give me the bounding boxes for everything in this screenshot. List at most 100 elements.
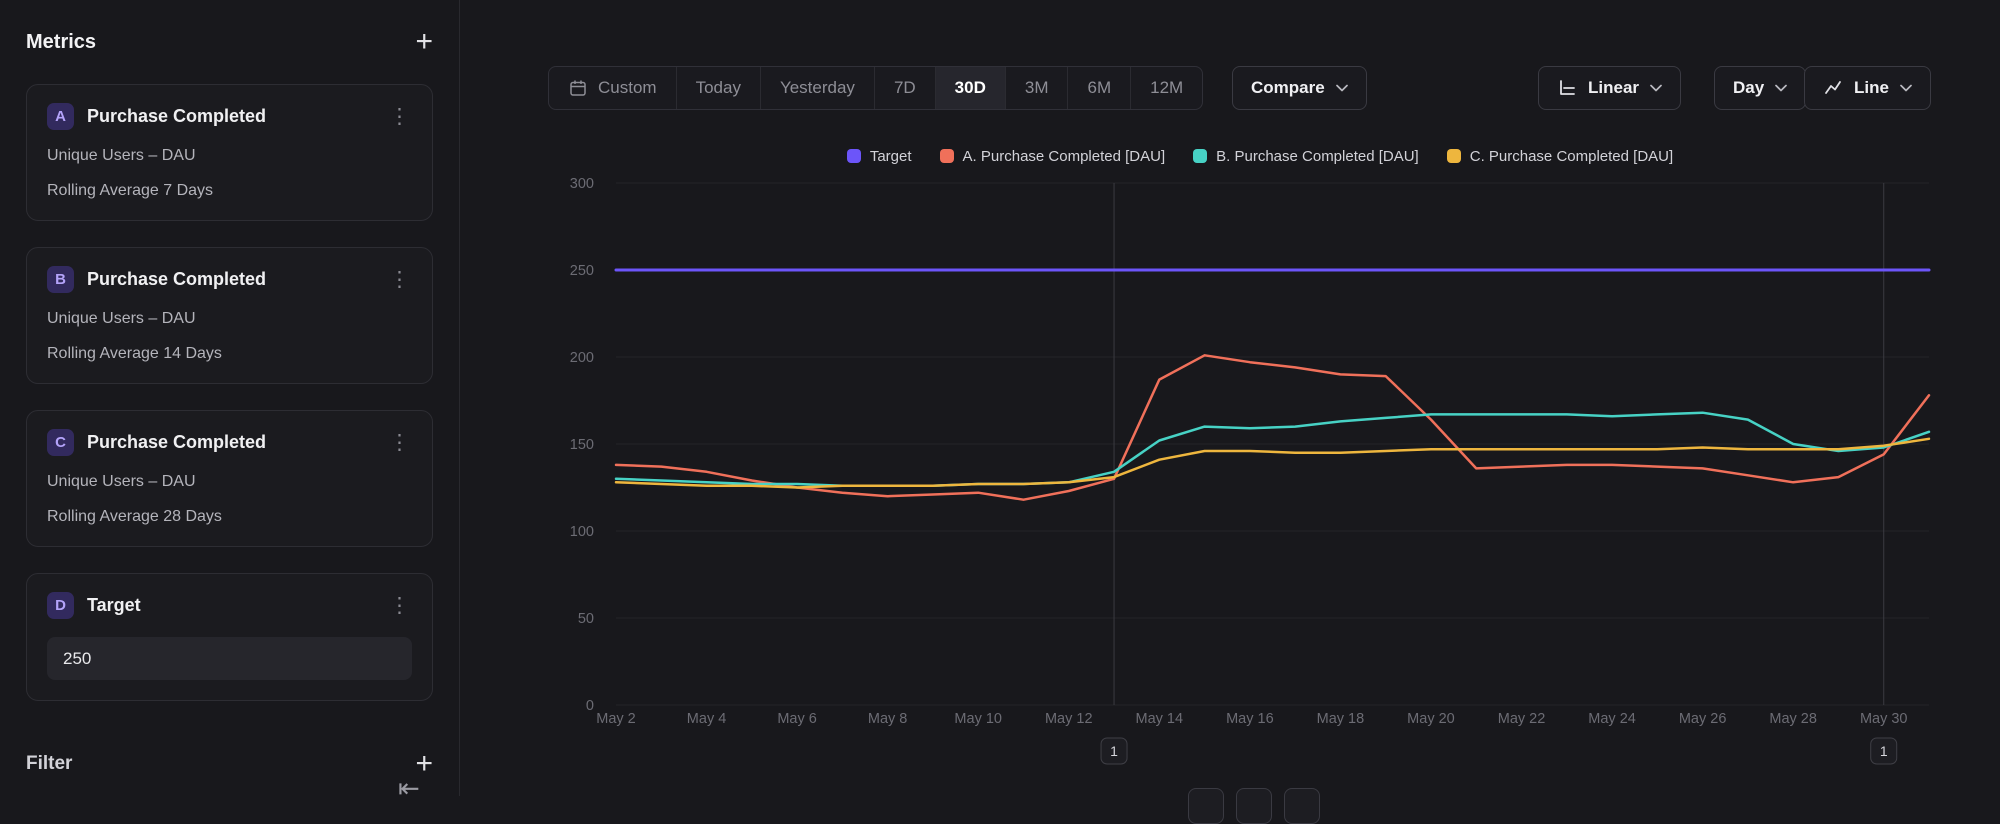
scale-label: Linear: [1588, 78, 1639, 98]
range-label: 30D: [955, 78, 986, 98]
chart-svg[interactable]: 05010015020025030011May 2May 4May 6May 8…: [540, 172, 1980, 796]
metric-card-a[interactable]: A Purchase Completed ⋮ Unique Users – DA…: [26, 84, 433, 221]
metric-title: Purchase Completed: [87, 432, 374, 453]
range-6m[interactable]: 6M: [1068, 67, 1131, 109]
y-axis-label: 100: [570, 524, 594, 540]
target-title: Target: [87, 595, 374, 616]
x-axis-label: May 20: [1407, 711, 1455, 727]
kebab-menu-icon[interactable]: ⋮: [387, 269, 412, 290]
legend-item-c[interactable]: C. Purchase Completed [DAU]: [1447, 148, 1673, 165]
legend-item-a[interactable]: A. Purchase Completed [DAU]: [940, 148, 1166, 165]
metrics-header: Metrics +: [26, 0, 433, 84]
x-axis-label: May 30: [1860, 711, 1908, 727]
range-30d[interactable]: 30D: [936, 67, 1006, 109]
metric-measure: Unique Users – DAU: [47, 473, 412, 491]
metric-rolling: Rolling Average 7 Days: [47, 182, 412, 200]
metric-rolling: Rolling Average 28 Days: [47, 508, 412, 526]
range-custom[interactable]: Custom: [549, 67, 677, 109]
range-7d[interactable]: 7D: [875, 67, 936, 109]
chevron-down-icon: [1336, 84, 1348, 92]
granularity-select-button[interactable]: Day: [1714, 66, 1806, 110]
range-3m[interactable]: 3M: [1006, 67, 1069, 109]
range-label: Yesterday: [780, 78, 855, 98]
metric-measure: Unique Users – DAU: [47, 310, 412, 328]
target-card[interactable]: D Target ⋮: [26, 573, 433, 701]
metric-title: Purchase Completed: [87, 269, 374, 290]
legend-swatch: [940, 149, 954, 163]
chevron-down-icon: [1900, 84, 1912, 92]
legend-label: Target: [870, 148, 912, 165]
compare-button[interactable]: Compare: [1232, 66, 1367, 110]
x-axis-label: May 24: [1588, 711, 1636, 727]
annotation-badge-label: 1: [1110, 743, 1118, 759]
chevron-down-icon: [1650, 84, 1662, 92]
metric-card-c[interactable]: C Purchase Completed ⋮ Unique Users – DA…: [26, 410, 433, 547]
metric-badge-a: A: [47, 103, 74, 130]
kebab-menu-icon[interactable]: ⋮: [387, 106, 412, 127]
legend-item-b[interactable]: B. Purchase Completed [DAU]: [1193, 148, 1419, 165]
legend-swatch: [847, 149, 861, 163]
x-axis-label: May 18: [1317, 711, 1365, 727]
x-axis-label: May 8: [868, 711, 908, 727]
range-label: 12M: [1150, 78, 1183, 98]
chart-type-select-button[interactable]: Line: [1804, 66, 1931, 110]
y-axis-label: 250: [570, 263, 594, 279]
date-range-selector: Custom Today Yesterday 7D 30D 3M 6M 12M: [548, 66, 1203, 110]
chart-footer-button[interactable]: [1188, 788, 1224, 824]
range-yesterday[interactable]: Yesterday: [761, 67, 875, 109]
metrics-sidebar: Metrics + A Purchase Completed ⋮ Unique …: [0, 0, 460, 796]
chart-type-label: Line: [1854, 78, 1889, 98]
metric-badge-c: C: [47, 429, 74, 456]
range-label: 3M: [1025, 78, 1049, 98]
y-axis-label: 200: [570, 350, 594, 366]
legend-swatch: [1447, 149, 1461, 163]
x-axis-label: May 2: [596, 711, 636, 727]
chart-legend: Target A. Purchase Completed [DAU] B. Pu…: [540, 143, 1980, 169]
x-axis-label: May 10: [954, 711, 1002, 727]
metrics-title: Metrics: [26, 31, 96, 54]
collapse-sidebar-icon[interactable]: ⇤: [398, 773, 420, 804]
metric-badge-d: D: [47, 592, 74, 619]
y-axis-label: 300: [570, 176, 594, 192]
kebab-menu-icon[interactable]: ⋮: [387, 432, 412, 453]
range-today[interactable]: Today: [677, 67, 761, 109]
range-label: Today: [696, 78, 741, 98]
range-label: Custom: [598, 78, 657, 98]
filter-section: Filter +: [26, 749, 433, 779]
x-axis-label: May 22: [1498, 711, 1546, 727]
add-metric-button[interactable]: +: [415, 27, 433, 57]
metric-title: Purchase Completed: [87, 106, 374, 127]
range-label: 7D: [894, 78, 916, 98]
kebab-menu-icon[interactable]: ⋮: [387, 595, 412, 616]
x-axis-label: May 14: [1136, 711, 1184, 727]
line-chart[interactable]: 05010015020025030011May 2May 4May 6May 8…: [540, 172, 1980, 796]
x-axis-label: May 26: [1679, 711, 1727, 727]
chart-footer-button[interactable]: [1284, 788, 1320, 824]
granularity-label: Day: [1733, 78, 1764, 98]
annotation-badge-label: 1: [1880, 743, 1888, 759]
metric-measure: Unique Users – DAU: [47, 147, 412, 165]
metric-card-b[interactable]: B Purchase Completed ⋮ Unique Users – DA…: [26, 247, 433, 384]
chevron-down-icon: [1775, 84, 1787, 92]
y-axis-label: 150: [570, 437, 594, 453]
x-axis-label: May 16: [1226, 711, 1274, 727]
metric-badge-b: B: [47, 266, 74, 293]
target-value-input[interactable]: [47, 637, 412, 680]
legend-label: C. Purchase Completed [DAU]: [1470, 148, 1673, 165]
line-chart-icon: [1823, 78, 1843, 98]
x-axis-label: May 6: [777, 711, 817, 727]
scale-select-button[interactable]: Linear: [1538, 66, 1681, 110]
legend-swatch: [1193, 149, 1207, 163]
calendar-icon: [568, 78, 588, 98]
filter-title: Filter: [26, 753, 72, 775]
linear-scale-icon: [1557, 78, 1577, 98]
x-axis-label: May 4: [687, 711, 727, 727]
range-12m[interactable]: 12M: [1131, 67, 1202, 109]
x-axis-label: May 12: [1045, 711, 1093, 727]
legend-label: B. Purchase Completed [DAU]: [1216, 148, 1419, 165]
compare-label: Compare: [1251, 78, 1325, 98]
legend-item-target[interactable]: Target: [847, 148, 912, 165]
range-label: 6M: [1087, 78, 1111, 98]
series-line-3: [616, 439, 1929, 488]
chart-footer-button[interactable]: [1236, 788, 1272, 824]
